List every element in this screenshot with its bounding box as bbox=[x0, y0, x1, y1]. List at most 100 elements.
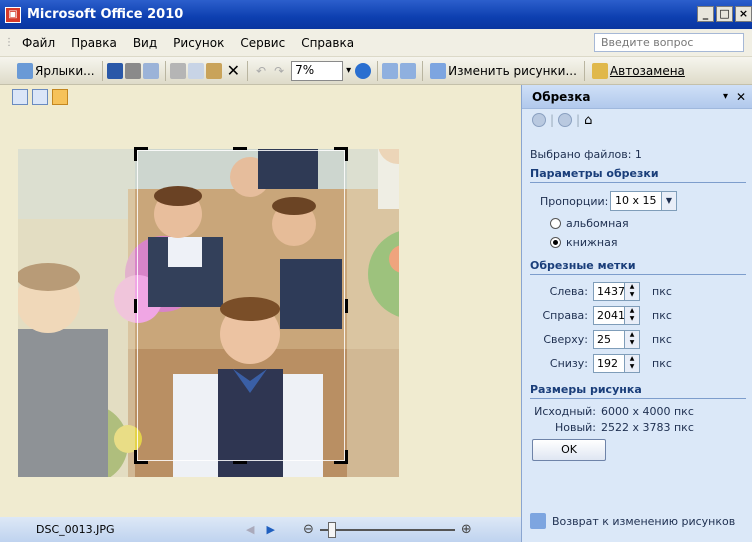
shortcuts-button[interactable]: Ярлыки... bbox=[14, 60, 98, 82]
top-margin-arrows[interactable]: ▲ ▼ bbox=[625, 329, 640, 349]
autocorrect-icon bbox=[591, 62, 608, 79]
left-margin-unit: пкс bbox=[652, 284, 672, 298]
shortcuts-label: Ярлыки... bbox=[35, 63, 95, 78]
save-icon[interactable] bbox=[106, 62, 123, 79]
portrait-radio[interactable] bbox=[550, 237, 561, 248]
zoom-slider-track bbox=[319, 528, 455, 531]
zoom-out-icon[interactable]: ⊖ bbox=[303, 522, 314, 537]
filmstrip-view-icon[interactable] bbox=[32, 89, 48, 105]
top-margin-label: Сверху: bbox=[543, 332, 588, 346]
thumbnail-view-icon[interactable] bbox=[12, 89, 28, 105]
previous-picture-icon[interactable]: ◀ bbox=[246, 523, 254, 536]
task-pane-header: Обрезка ▾ ✕ bbox=[522, 85, 752, 109]
toolbar-separator bbox=[164, 60, 166, 81]
single-picture-view-icon[interactable] bbox=[52, 89, 68, 105]
right-margin-stepper[interactable]: 2041 ▲ ▼ bbox=[593, 305, 640, 325]
original-size-row: Исходный: 6000 x 4000 пкс bbox=[522, 405, 752, 418]
undo-icon[interactable]: ↶ bbox=[256, 64, 266, 78]
zoom-select[interactable]: 7% bbox=[291, 60, 344, 81]
ok-button[interactable]: OK bbox=[532, 439, 606, 461]
menu-grip-icon: ⋮ bbox=[4, 37, 14, 48]
next-picture-icon[interactable]: ▶ bbox=[266, 523, 274, 536]
top-margin-stepper[interactable]: 25 ▲ ▼ bbox=[593, 329, 640, 349]
portrait-option[interactable]: книжная bbox=[550, 236, 752, 249]
shortcuts-icon bbox=[17, 62, 33, 79]
top-margin-input[interactable]: 25 bbox=[593, 329, 625, 349]
zoom-slider-thumb[interactable] bbox=[327, 521, 336, 538]
nav-separator: | bbox=[576, 113, 581, 127]
left-margin-label: Слева: bbox=[549, 284, 588, 298]
task-pane-close-icon[interactable]: ✕ bbox=[736, 90, 746, 104]
home-icon[interactable]: ⌂ bbox=[584, 113, 592, 128]
rotate-right-icon[interactable] bbox=[400, 62, 417, 79]
redo-icon[interactable]: ↷ bbox=[274, 64, 284, 78]
forward-icon[interactable] bbox=[558, 113, 573, 127]
portrait-label: книжная bbox=[566, 236, 618, 249]
zoom-dropdown-icon[interactable]: ▾ bbox=[346, 65, 351, 76]
rotate-left-icon[interactable] bbox=[382, 62, 399, 79]
bottom-margin-arrows[interactable]: ▲ ▼ bbox=[625, 353, 640, 373]
landscape-option[interactable]: альбомная bbox=[550, 217, 752, 230]
back-icon[interactable] bbox=[532, 113, 546, 127]
proportions-select[interactable]: 10 x 15 bbox=[610, 191, 662, 211]
right-margin-row: Справа: 2041 ▲ ▼ пкс bbox=[522, 305, 752, 325]
menu-picture[interactable]: Рисунок bbox=[165, 36, 232, 50]
top-margin-unit: пкс bbox=[652, 332, 672, 346]
edit-pictures-button[interactable]: Изменить рисунки... bbox=[427, 60, 580, 82]
task-pane-nav: | | ⌂ bbox=[522, 109, 752, 131]
status-bar: DSC_0013.JPG ◀ ▶ ⊖ ⊕ bbox=[0, 517, 521, 542]
menu-file[interactable]: Файл bbox=[14, 36, 63, 50]
window-title: Microsoft Office 2010 bbox=[27, 7, 184, 22]
task-pane-dropdown-icon[interactable]: ▾ bbox=[723, 91, 728, 102]
toolbar-separator bbox=[101, 60, 103, 81]
cut-icon[interactable] bbox=[169, 62, 186, 79]
proportions-row: Пропорции: 10 x 15 ▼ bbox=[540, 191, 752, 211]
bottom-margin-input[interactable]: 192 bbox=[593, 353, 625, 373]
left-margin-row: Слева: 1437 ▲ ▼ пкс bbox=[522, 281, 752, 301]
ask-question-input[interactable]: Введите вопрос bbox=[594, 33, 744, 52]
minimize-button[interactable]: _ bbox=[697, 6, 714, 22]
new-size-label: Новый: bbox=[554, 421, 596, 434]
crop-params-header: Параметры обрезки bbox=[530, 167, 746, 183]
paste-icon[interactable] bbox=[205, 62, 222, 79]
back-to-edit-link[interactable]: Возврат к изменению рисунков bbox=[530, 513, 735, 529]
left-margin-arrows[interactable]: ▲ ▼ bbox=[625, 281, 640, 301]
autocorrect-button[interactable]: Автозамена bbox=[589, 60, 688, 82]
email-icon[interactable] bbox=[142, 62, 159, 79]
proportions-dropdown-icon[interactable]: ▼ bbox=[662, 191, 677, 211]
zoom-slider[interactable] bbox=[319, 521, 455, 538]
crop-marks-header: Обрезные метки bbox=[530, 259, 746, 275]
menu-view[interactable]: Вид bbox=[125, 36, 165, 50]
menu-edit[interactable]: Правка bbox=[63, 36, 125, 50]
left-margin-stepper[interactable]: 1437 ▲ ▼ bbox=[593, 281, 640, 301]
maximize-button[interactable]: □ bbox=[716, 6, 733, 22]
help-icon[interactable] bbox=[355, 62, 372, 79]
office-picture-icon: ▣ bbox=[5, 6, 21, 23]
edit-pictures-label: Изменить рисунки... bbox=[448, 63, 577, 78]
edit-pictures-icon bbox=[430, 62, 447, 79]
delete-icon[interactable]: ✕ bbox=[227, 61, 240, 80]
crop-frame bbox=[137, 150, 345, 461]
right-margin-input[interactable]: 2041 bbox=[593, 305, 625, 325]
zoom-in-icon[interactable]: ⊕ bbox=[461, 522, 472, 537]
bottom-margin-stepper[interactable]: 192 ▲ ▼ bbox=[593, 353, 640, 373]
crop-mask-left bbox=[18, 149, 135, 477]
crop-handle-bottom[interactable] bbox=[233, 461, 247, 464]
landscape-radio[interactable] bbox=[550, 218, 561, 229]
crop-mask-right bbox=[347, 149, 399, 477]
new-size-row: Новый: 2522 x 3783 пкс bbox=[522, 421, 752, 434]
close-button[interactable]: × bbox=[735, 6, 752, 22]
left-margin-input[interactable]: 1437 bbox=[593, 281, 625, 301]
original-size-value: 6000 x 4000 пкс bbox=[601, 405, 694, 418]
window-controls: _ □ × bbox=[697, 6, 752, 22]
copy-icon[interactable] bbox=[187, 62, 204, 79]
print-icon[interactable] bbox=[124, 62, 141, 79]
menu-tools[interactable]: Сервис bbox=[232, 36, 293, 50]
menu-help[interactable]: Справка bbox=[293, 36, 362, 50]
bottom-margin-unit: пкс bbox=[652, 356, 672, 370]
crop-handle-right[interactable] bbox=[345, 299, 348, 313]
right-margin-label: Справа: bbox=[542, 308, 588, 322]
picture-view-area bbox=[0, 85, 521, 542]
toolbar-separator bbox=[422, 60, 424, 81]
right-margin-arrows[interactable]: ▲ ▼ bbox=[625, 305, 640, 325]
